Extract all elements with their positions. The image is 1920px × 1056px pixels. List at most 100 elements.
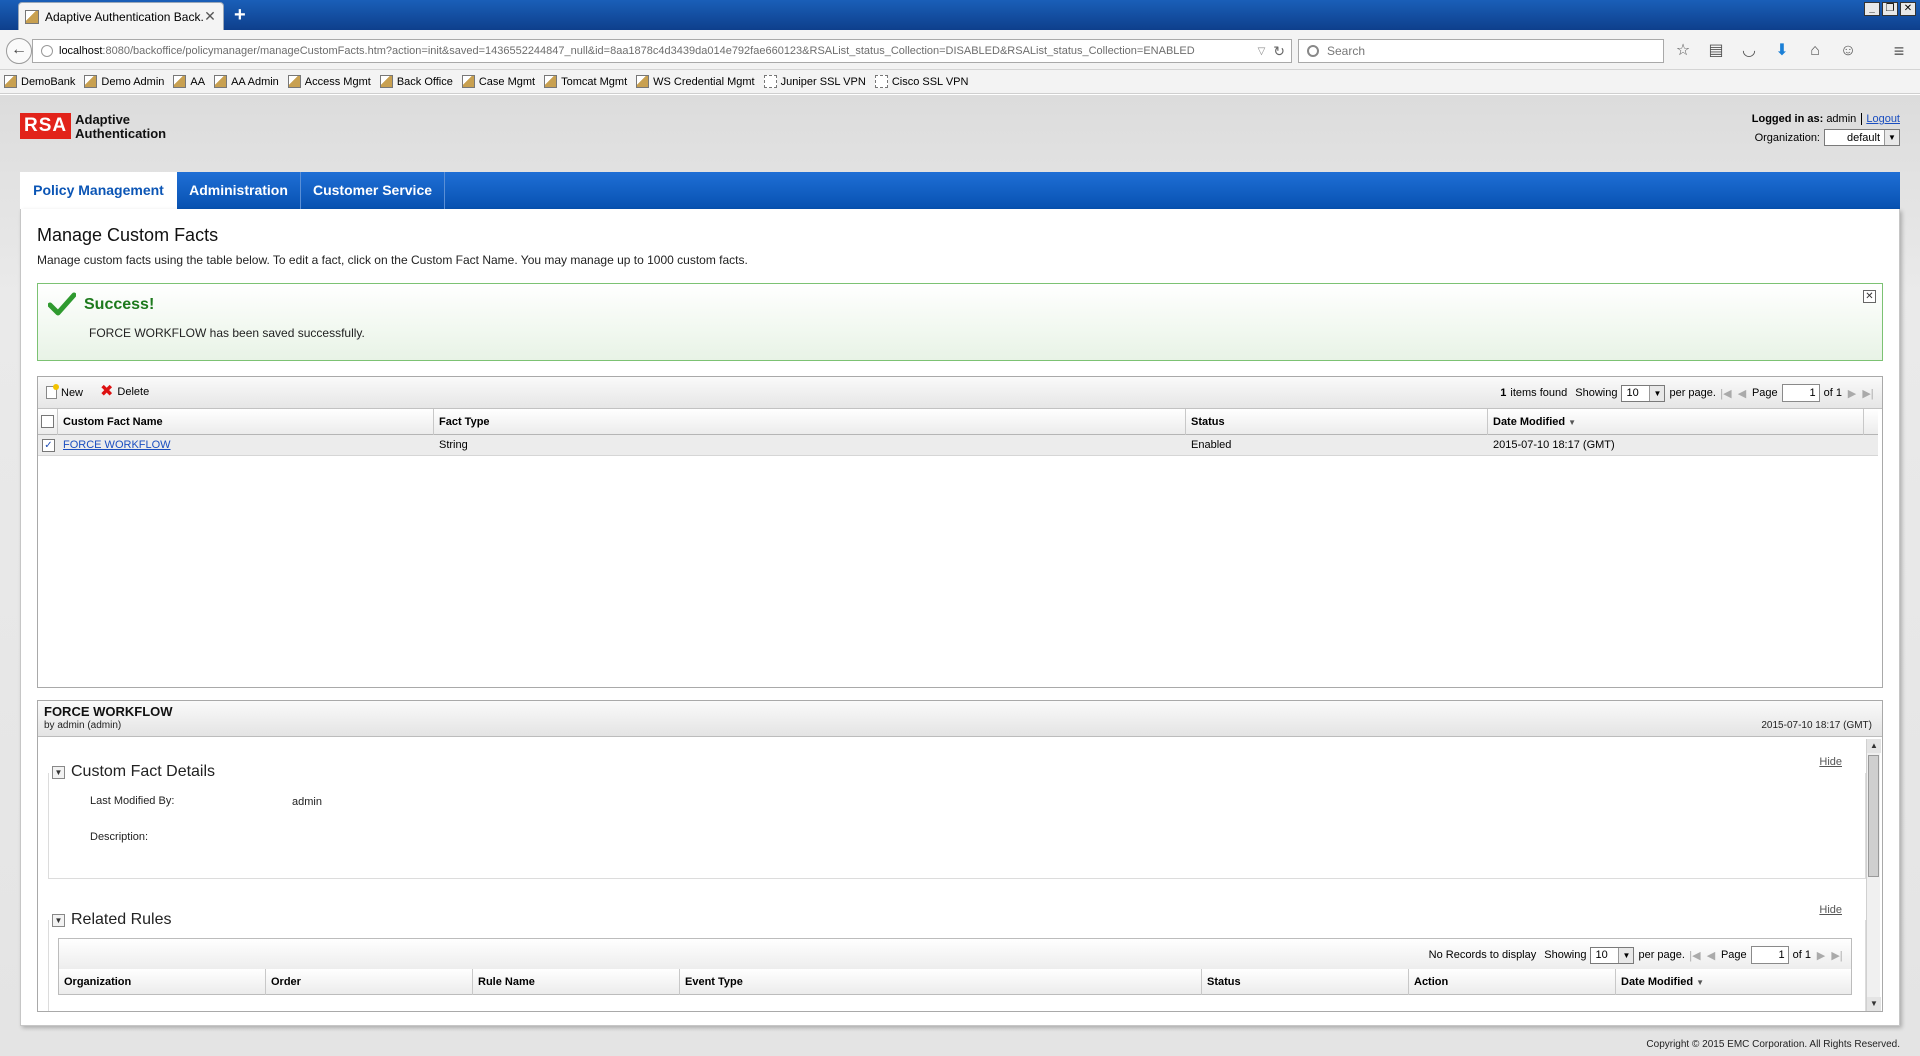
hamburger-menu-icon[interactable]: ≡ bbox=[1888, 40, 1910, 62]
column-order[interactable]: Order bbox=[266, 969, 473, 995]
next-page-icon[interactable]: ▶ bbox=[1815, 949, 1827, 962]
checkmark-icon bbox=[48, 292, 76, 316]
grid-header: Custom Fact Name Fact Type Status Date M… bbox=[38, 409, 1878, 435]
tab-customer-service[interactable]: Customer Service bbox=[301, 172, 445, 209]
collapse-icon[interactable]: ▼ bbox=[52, 913, 65, 927]
logout-link[interactable]: Logout bbox=[1861, 113, 1900, 125]
detail-scrollbar[interactable]: ▲ ▼ bbox=[1866, 739, 1881, 1011]
rules-showing-label: Showing bbox=[1544, 949, 1587, 961]
custom-fact-details-header[interactable]: ▼ Custom Fact Details bbox=[52, 763, 224, 781]
browser-tab-active[interactable]: Adaptive Authentication Back... ✕ bbox=[18, 2, 224, 30]
bookmark-item[interactable]: Cisco SSL VPN bbox=[874, 75, 968, 88]
bookmark-item[interactable]: Juniper SSL VPN bbox=[763, 75, 866, 88]
organization-select[interactable]: default ▼ bbox=[1824, 129, 1900, 146]
pocket-icon[interactable]: ◡ bbox=[1738, 40, 1760, 62]
bookmark-item[interactable]: Demo Admin bbox=[84, 75, 164, 88]
page-icon bbox=[636, 75, 650, 88]
column-status[interactable]: Status bbox=[1186, 409, 1488, 435]
rules-page-number-input[interactable]: 1 bbox=[1750, 946, 1789, 964]
related-rules-header[interactable]: ▼ Related Rules bbox=[52, 911, 180, 929]
column-fact-type[interactable]: Fact Type bbox=[434, 409, 1186, 435]
scrollbar-thumb[interactable] bbox=[1868, 755, 1879, 877]
content-panel: Manage Custom Facts Manage custom facts … bbox=[20, 209, 1900, 1026]
last-modified-label: Last Modified By: bbox=[90, 795, 175, 807]
chevron-down-icon: ▼ bbox=[1618, 947, 1634, 963]
delete-button[interactable]: ✖ Delete bbox=[100, 384, 149, 400]
scroll-up-icon[interactable]: ▲ bbox=[1867, 739, 1881, 753]
first-page-icon[interactable]: |◀ bbox=[1720, 387, 1732, 400]
download-icon[interactable]: ⬇ bbox=[1771, 40, 1793, 62]
search-input[interactable]: Search bbox=[1298, 39, 1664, 63]
home-icon[interactable]: ⌂ bbox=[1804, 40, 1826, 62]
column-rule-date-modified[interactable]: Date Modified ▼ bbox=[1616, 969, 1852, 995]
column-rule-status[interactable]: Status bbox=[1202, 969, 1409, 995]
per-page-select[interactable]: 10 ▼ bbox=[1621, 384, 1666, 402]
tab-administration[interactable]: Administration bbox=[177, 172, 301, 209]
bookmark-item[interactable]: Case Mgmt bbox=[461, 75, 536, 88]
page-icon bbox=[379, 75, 393, 88]
chat-icon[interactable]: ☺ bbox=[1837, 40, 1859, 62]
back-arrow-icon[interactable]: ← bbox=[6, 38, 32, 64]
previous-page-icon[interactable]: ◀ bbox=[1736, 387, 1748, 400]
scroll-down-icon[interactable]: ▼ bbox=[1867, 997, 1881, 1011]
custom-fact-name-link[interactable]: FORCE WORKFLOW bbox=[63, 439, 171, 451]
last-page-icon[interactable]: ▶| bbox=[1831, 949, 1843, 962]
first-page-icon[interactable]: |◀ bbox=[1689, 949, 1701, 962]
bookmark-item[interactable]: Tomcat Mgmt bbox=[544, 75, 627, 88]
close-tab-icon[interactable]: ✕ bbox=[203, 8, 217, 25]
reload-icon[interactable]: ↻ bbox=[1273, 43, 1285, 60]
showing-label: Showing bbox=[1575, 387, 1618, 399]
url-bar[interactable]: localhost :8080/backoffice/policymanager… bbox=[32, 39, 1292, 63]
bookmark-label: Case Mgmt bbox=[478, 75, 536, 88]
reading-list-icon[interactable]: ▤ bbox=[1705, 40, 1727, 62]
column-event-type[interactable]: Event Type bbox=[680, 969, 1202, 995]
success-text: FORCE WORKFLOW has been saved successful… bbox=[89, 326, 365, 340]
tab-policy-management[interactable]: Policy Management bbox=[20, 172, 177, 209]
collapse-icon[interactable]: ▼ bbox=[52, 765, 65, 779]
minimize-icon[interactable]: _ bbox=[1864, 2, 1880, 16]
per-page-label: per page. bbox=[1669, 387, 1716, 399]
rules-per-page-select[interactable]: 10 ▼ bbox=[1590, 946, 1635, 964]
column-custom-fact-name[interactable]: Custom Fact Name bbox=[58, 409, 434, 435]
next-page-icon[interactable]: ▶ bbox=[1846, 387, 1858, 400]
organization-label: Organization: bbox=[1754, 131, 1820, 144]
bookmark-item[interactable]: Access Mgmt bbox=[287, 75, 371, 88]
table-row[interactable]: ✓ FORCE WORKFLOW String Enabled 2015-07-… bbox=[38, 435, 1878, 456]
bookmark-label: WS Credential Mgmt bbox=[653, 75, 755, 88]
bookmark-label: Juniper SSL VPN bbox=[780, 75, 866, 88]
row-checkbox[interactable]: ✓ bbox=[42, 439, 55, 452]
bookmark-item[interactable]: WS Credential Mgmt bbox=[636, 75, 755, 88]
last-page-icon[interactable]: ▶| bbox=[1862, 387, 1874, 400]
close-window-icon[interactable]: ✕ bbox=[1900, 2, 1916, 16]
bookmark-item[interactable]: Back Office bbox=[379, 75, 453, 88]
sort-descending-icon: ▼ bbox=[1696, 978, 1705, 987]
bookmark-item[interactable]: AA bbox=[173, 75, 205, 88]
hide-details-link[interactable]: Hide bbox=[1819, 756, 1842, 768]
detail-title: FORCE WORKFLOW bbox=[44, 704, 173, 719]
blank-page-icon bbox=[874, 75, 888, 88]
bookmark-item[interactable]: AA Admin bbox=[214, 75, 279, 88]
select-all-checkbox[interactable] bbox=[41, 415, 54, 428]
column-action[interactable]: Action bbox=[1409, 969, 1616, 995]
column-rule-name[interactable]: Rule Name bbox=[473, 969, 680, 995]
rules-pager: No Records to display Showing 10 ▼ per p… bbox=[1429, 946, 1843, 964]
close-icon[interactable]: ✕ bbox=[1863, 290, 1876, 303]
column-organization[interactable]: Organization bbox=[59, 969, 266, 995]
bookmark-item[interactable]: DemoBank bbox=[4, 75, 75, 88]
restore-icon[interactable]: ❐ bbox=[1882, 2, 1898, 16]
logo-line-2: Authentication bbox=[75, 126, 167, 141]
page-icon bbox=[84, 75, 98, 88]
new-button[interactable]: New bbox=[46, 384, 83, 399]
url-history-dropdown-icon[interactable]: ▽ bbox=[1258, 46, 1266, 57]
previous-page-icon[interactable]: ◀ bbox=[1705, 949, 1717, 962]
bookmark-star-icon[interactable]: ☆ bbox=[1672, 40, 1694, 62]
site-info-icon[interactable] bbox=[41, 45, 53, 57]
search-icon bbox=[1307, 45, 1319, 57]
custom-facts-grid: New ✖ Delete 1 items found Showing 10 ▼ … bbox=[37, 376, 1883, 688]
new-tab-icon[interactable]: + bbox=[234, 4, 246, 26]
page-number-input[interactable]: 1 bbox=[1781, 384, 1820, 402]
chevron-down-icon: ▼ bbox=[1884, 130, 1899, 145]
column-date-modified[interactable]: Date Modified ▼ bbox=[1488, 409, 1864, 435]
hide-rules-link[interactable]: Hide bbox=[1819, 904, 1842, 916]
search-placeholder: Search bbox=[1327, 44, 1366, 58]
